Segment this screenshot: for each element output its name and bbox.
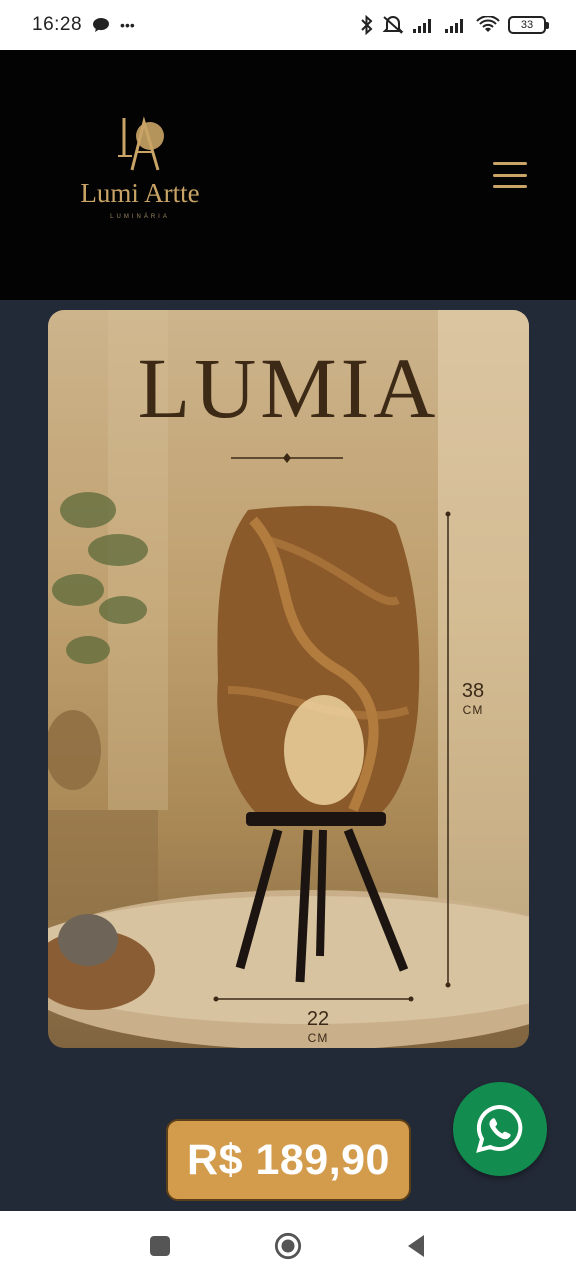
- width-dimension: 22 CM: [298, 1008, 338, 1045]
- recent-apps-button[interactable]: [146, 1232, 174, 1260]
- chat-bubble-icon: [93, 18, 110, 32]
- brand-logo[interactable]: Lumi Artte LUMINÁRIA: [70, 110, 210, 230]
- battery-level: 33: [520, 19, 534, 31]
- status-bar: 16:28 ••• 33: [0, 0, 576, 50]
- status-time: 16:28: [32, 14, 83, 35]
- height-value: 38: [461, 680, 485, 702]
- width-unit: CM: [307, 1031, 329, 1045]
- ornament-divider: [231, 453, 343, 463]
- menu-bar: [493, 185, 527, 188]
- price-badge[interactable]: R$ 189,90: [166, 1119, 411, 1201]
- whatsapp-icon: [476, 1104, 523, 1153]
- height-dimension: 38 CM: [453, 680, 493, 717]
- product-image-card[interactable]: LUMIA 38 CM 22 CM: [48, 310, 529, 1048]
- system-nav-bar: [0, 1211, 576, 1280]
- logo-name: Lumi Artte: [80, 178, 200, 208]
- logo-tagline: LUMINÁRIA: [110, 214, 170, 220]
- product-title: LUMIA: [137, 340, 440, 436]
- more-notifications-icon: •••: [120, 17, 135, 33]
- menu-bar: [493, 162, 527, 165]
- signal-icon: [445, 19, 463, 33]
- recent-apps-icon: [150, 1235, 170, 1256]
- menu-bar: [493, 173, 527, 177]
- hamburger-icon[interactable]: [490, 158, 530, 192]
- status-left: 16:28 •••: [32, 14, 135, 36]
- mute-icon: [382, 16, 404, 34]
- whatsapp-button[interactable]: [453, 1082, 547, 1176]
- home-icon: [274, 1232, 302, 1259]
- back-icon: [408, 1234, 424, 1257]
- battery-icon: 33: [508, 16, 549, 34]
- home-button[interactable]: [274, 1232, 302, 1260]
- signal-icon: [413, 19, 431, 33]
- site-header: Lumi Artte LUMINÁRIA: [0, 50, 576, 300]
- height-unit: CM: [462, 703, 484, 717]
- width-value: 22: [306, 1008, 330, 1030]
- back-button[interactable]: [402, 1232, 430, 1260]
- bluetooth-icon: [361, 15, 373, 35]
- status-right: 33: [360, 15, 549, 35]
- wifi-icon: [476, 16, 500, 32]
- logo-monogram-icon: [118, 116, 164, 171]
